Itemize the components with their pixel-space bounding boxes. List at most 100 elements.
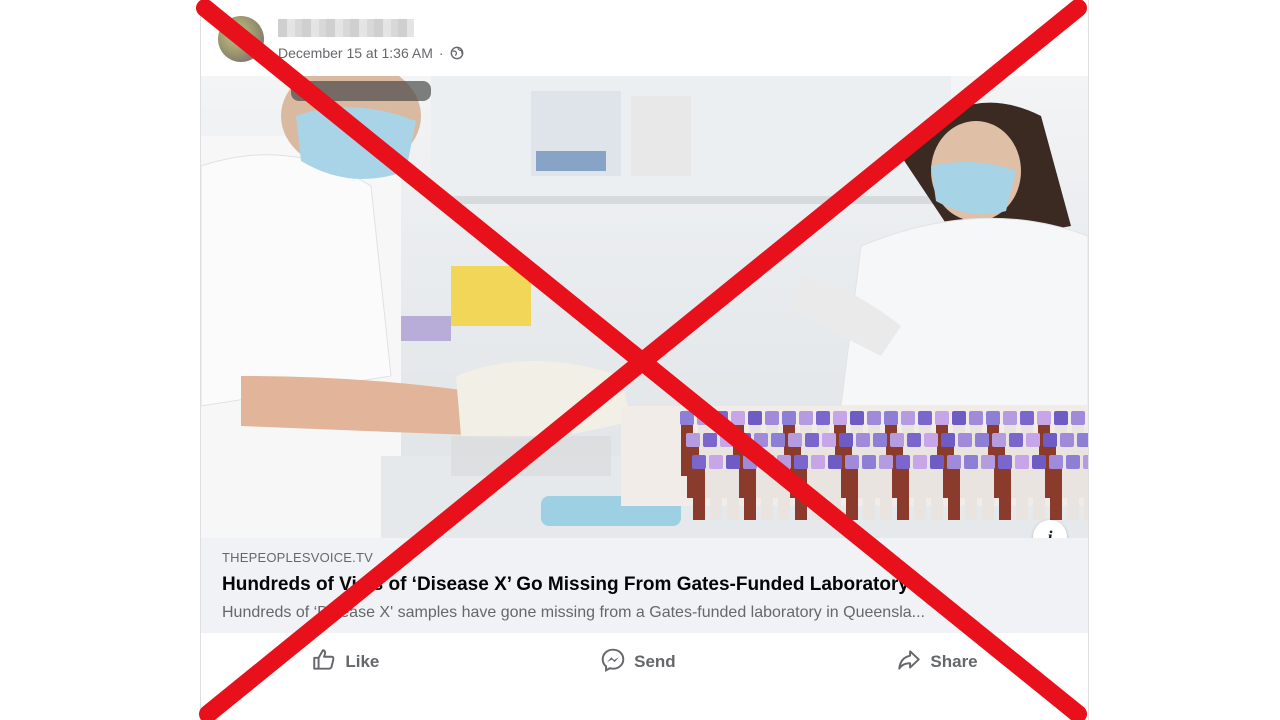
test-tube <box>880 465 892 520</box>
link-preview[interactable]: THEPEOPLESVOICE.TV Hundreds of Vials of … <box>201 538 1088 633</box>
test-tube <box>710 465 722 520</box>
send-label: Send <box>634 652 676 671</box>
test-tube-cap <box>1003 411 1017 425</box>
send-button[interactable]: Send <box>580 641 696 684</box>
post-timestamp[interactable]: December 15 at 1:36 AM <box>278 45 433 61</box>
test-tube-cap <box>709 455 723 469</box>
test-tube-cap <box>686 433 700 447</box>
test-tube <box>727 465 739 520</box>
test-tube-cap <box>918 411 932 425</box>
test-tube <box>812 465 824 520</box>
test-tube-cap <box>703 433 717 447</box>
test-tube-cap <box>935 411 949 425</box>
like-button[interactable]: Like <box>291 641 399 684</box>
lab-photo <box>201 76 1088 538</box>
test-tube <box>1084 465 1088 520</box>
test-tube-cap <box>805 433 819 447</box>
like-label: Like <box>345 652 380 671</box>
test-tube-cap <box>1037 411 1051 425</box>
test-tube-cap <box>1066 455 1080 469</box>
test-tube <box>948 465 960 520</box>
test-tube-cap <box>692 455 706 469</box>
test-tube <box>761 465 773 520</box>
test-tube-cap <box>1009 433 1023 447</box>
test-tube-cap <box>862 455 876 469</box>
test-tube <box>1016 465 1028 520</box>
test-tube-cap <box>856 433 870 447</box>
test-tube-cap <box>1054 411 1068 425</box>
test-tube-cap <box>850 411 864 425</box>
test-tube-cap <box>777 455 791 469</box>
test-tube-cap <box>1049 455 1063 469</box>
test-tube <box>863 465 875 520</box>
link-preview-image[interactable] <box>201 76 1088 538</box>
test-tube <box>795 465 807 520</box>
test-tube-cap <box>845 455 859 469</box>
link-domain: THEPEOPLESVOICE.TV <box>222 550 373 565</box>
test-tube-cap <box>748 411 762 425</box>
test-tube-cap <box>765 411 779 425</box>
test-tube <box>1033 465 1045 520</box>
test-tube-cap <box>822 433 836 447</box>
test-tube-cap <box>969 411 983 425</box>
test-tube-cap <box>1077 433 1088 447</box>
test-tube-cap <box>998 455 1012 469</box>
globe-icon[interactable] <box>450 46 464 60</box>
test-tube-cap <box>964 455 978 469</box>
test-tube <box>744 465 756 520</box>
test-tube <box>897 465 909 520</box>
test-tube-cap <box>975 433 989 447</box>
author-name-blurred[interactable] <box>278 19 414 37</box>
test-tube-cap <box>901 411 915 425</box>
test-tube-cap <box>833 411 847 425</box>
test-tube-cap <box>890 433 904 447</box>
share-button[interactable]: Share <box>876 641 997 684</box>
test-tube-cap <box>947 455 961 469</box>
test-tube <box>1050 465 1062 520</box>
share-arrow-icon <box>896 647 922 678</box>
test-tube-cap <box>1083 455 1088 469</box>
test-tube-cap <box>930 455 944 469</box>
test-tube <box>914 465 926 520</box>
test-tube-cap <box>873 433 887 447</box>
test-tube-cap <box>828 455 842 469</box>
test-tube-cap <box>1015 455 1029 469</box>
test-tube-cap <box>760 455 774 469</box>
share-label: Share <box>930 652 978 671</box>
test-tube <box>829 465 841 520</box>
test-tube-cap <box>788 433 802 447</box>
test-tube <box>965 465 977 520</box>
test-tube-cap <box>907 433 921 447</box>
test-tube-cap <box>941 433 955 447</box>
test-tube-cap <box>816 411 830 425</box>
test-tube-cap <box>697 411 711 425</box>
test-tube-cap <box>896 455 910 469</box>
test-tube-cap <box>714 411 728 425</box>
test-tube <box>982 465 994 520</box>
test-tube-cap <box>720 433 734 447</box>
test-tube <box>846 465 858 520</box>
test-tube-cap <box>924 433 938 447</box>
test-tube <box>693 465 705 520</box>
test-tube <box>1067 465 1079 520</box>
test-tube-cap <box>839 433 853 447</box>
link-description: Hundreds of ‘Disease X' samples have gon… <box>222 604 925 621</box>
test-tube-cap <box>1071 411 1085 425</box>
test-tube-cap <box>913 455 927 469</box>
test-tube-cap <box>737 433 751 447</box>
test-tube-cap <box>771 433 785 447</box>
author-avatar[interactable] <box>218 16 264 62</box>
test-tube-cap <box>867 411 881 425</box>
test-tube-cap <box>754 433 768 447</box>
test-tube-cap <box>731 411 745 425</box>
test-tube-cap <box>726 455 740 469</box>
test-tube-cap <box>981 455 995 469</box>
post-meta: December 15 at 1:36 AM · <box>278 43 464 63</box>
test-tubes <box>621 406 1088 520</box>
test-tube-cap <box>1043 433 1057 447</box>
test-tube-cap <box>782 411 796 425</box>
test-tube-cap <box>794 455 808 469</box>
thumbs-up-icon <box>311 647 337 678</box>
post-actions: Like Send Share <box>201 640 1088 684</box>
link-headline[interactable]: Hundreds of Vials of ‘Disease X’ Go Miss… <box>222 574 1072 596</box>
